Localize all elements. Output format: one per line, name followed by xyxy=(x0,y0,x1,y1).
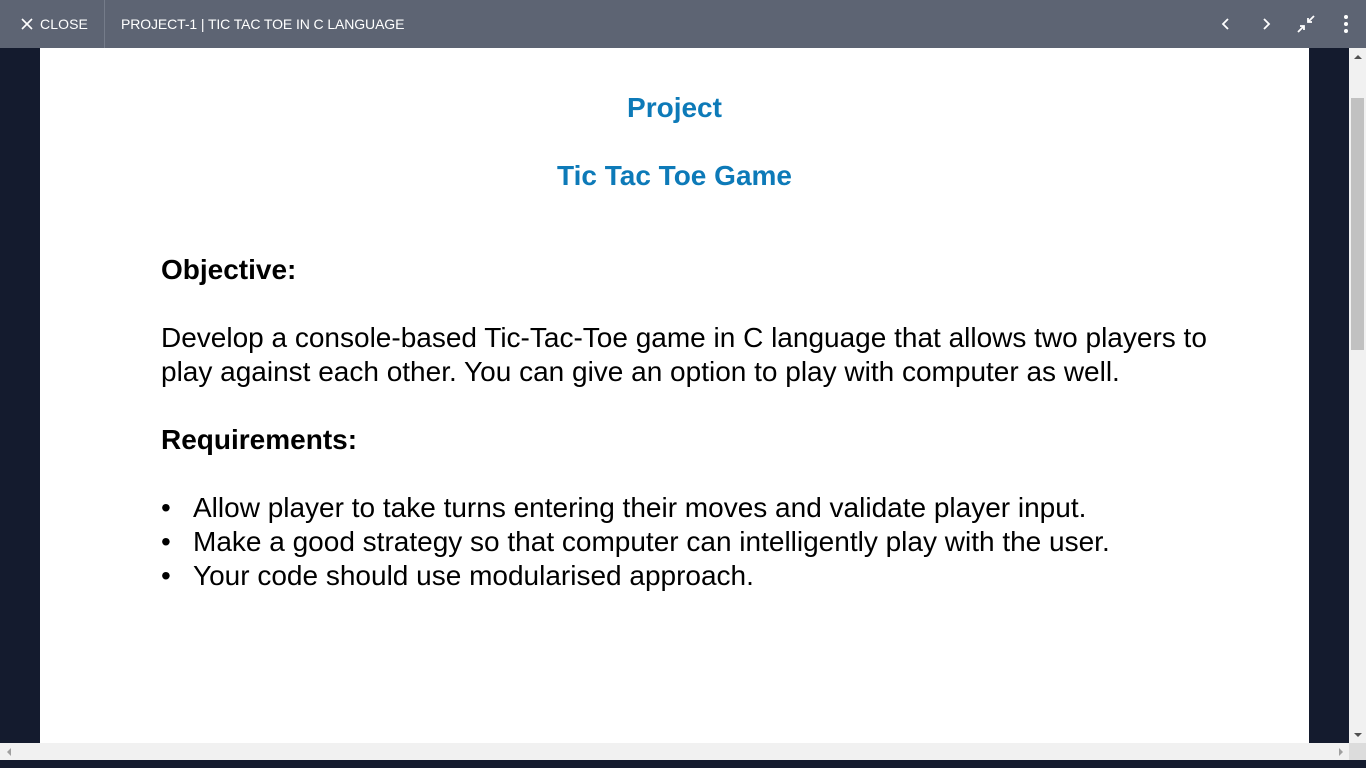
viewer-toolbar: CLOSE PROJECT-1 | TIC TAC TOE IN C LANGU… xyxy=(0,0,1366,48)
viewer-controls xyxy=(1206,0,1366,48)
document-body: Objective: Develop a console-based Tic-T… xyxy=(161,253,1221,593)
chevron-left-icon xyxy=(1221,18,1229,30)
bottom-strip xyxy=(0,760,1366,768)
list-item: • Your code should use modularised approa… xyxy=(161,559,1221,593)
list-item: • Allow player to take turns entering the… xyxy=(161,491,1221,525)
scroll-down-button[interactable] xyxy=(1349,726,1366,743)
vertical-scroll-thumb[interactable] xyxy=(1351,98,1364,350)
requirement-text: Allow player to take turns entering thei… xyxy=(193,492,1087,523)
objective-heading: Objective: xyxy=(161,254,297,285)
requirement-text: Your code should use modularised approac… xyxy=(193,560,754,591)
requirement-text: Make a good strategy so that computer ca… xyxy=(193,526,1110,557)
scroll-right-button[interactable] xyxy=(1332,743,1349,760)
next-button[interactable] xyxy=(1246,0,1286,48)
document-page: Project Tic Tac Toe Game Objective: Deve… xyxy=(40,48,1309,743)
scrollbar-corner xyxy=(1349,743,1366,760)
document-heading: Project xyxy=(627,92,722,123)
close-icon xyxy=(20,17,34,31)
document-subheading: Tic Tac Toe Game xyxy=(557,160,792,191)
triangle-down-icon xyxy=(1353,732,1362,737)
close-button[interactable]: CLOSE xyxy=(0,0,105,48)
bullet: • xyxy=(161,526,171,557)
scroll-up-button[interactable] xyxy=(1349,48,1366,65)
vertical-scrollbar[interactable] xyxy=(1349,48,1366,743)
previous-button[interactable] xyxy=(1206,0,1246,48)
scroll-left-button[interactable] xyxy=(0,743,17,760)
triangle-right-icon xyxy=(1338,747,1343,756)
chevron-right-icon xyxy=(1263,18,1271,30)
requirements-list: • Allow player to take turns entering the… xyxy=(161,491,1221,593)
triangle-left-icon xyxy=(6,747,11,756)
triangle-up-icon xyxy=(1353,54,1362,59)
more-options-button[interactable] xyxy=(1326,0,1366,48)
document-title: PROJECT-1 | TIC TAC TOE IN C LANGUAGE xyxy=(120,16,405,32)
more-vertical-icon xyxy=(1344,15,1348,33)
bullet: • xyxy=(161,560,171,591)
horizontal-scrollbar[interactable] xyxy=(0,743,1349,760)
list-item: • Make a good strategy so that computer c… xyxy=(161,525,1221,559)
requirements-heading: Requirements: xyxy=(161,424,358,455)
close-label: CLOSE xyxy=(40,16,88,32)
exit-fullscreen-icon xyxy=(1297,15,1315,33)
objective-text: Develop a console-based Tic-Tac-Toe game… xyxy=(161,322,1207,387)
exit-fullscreen-button[interactable] xyxy=(1286,0,1326,48)
bullet: • xyxy=(161,492,171,523)
